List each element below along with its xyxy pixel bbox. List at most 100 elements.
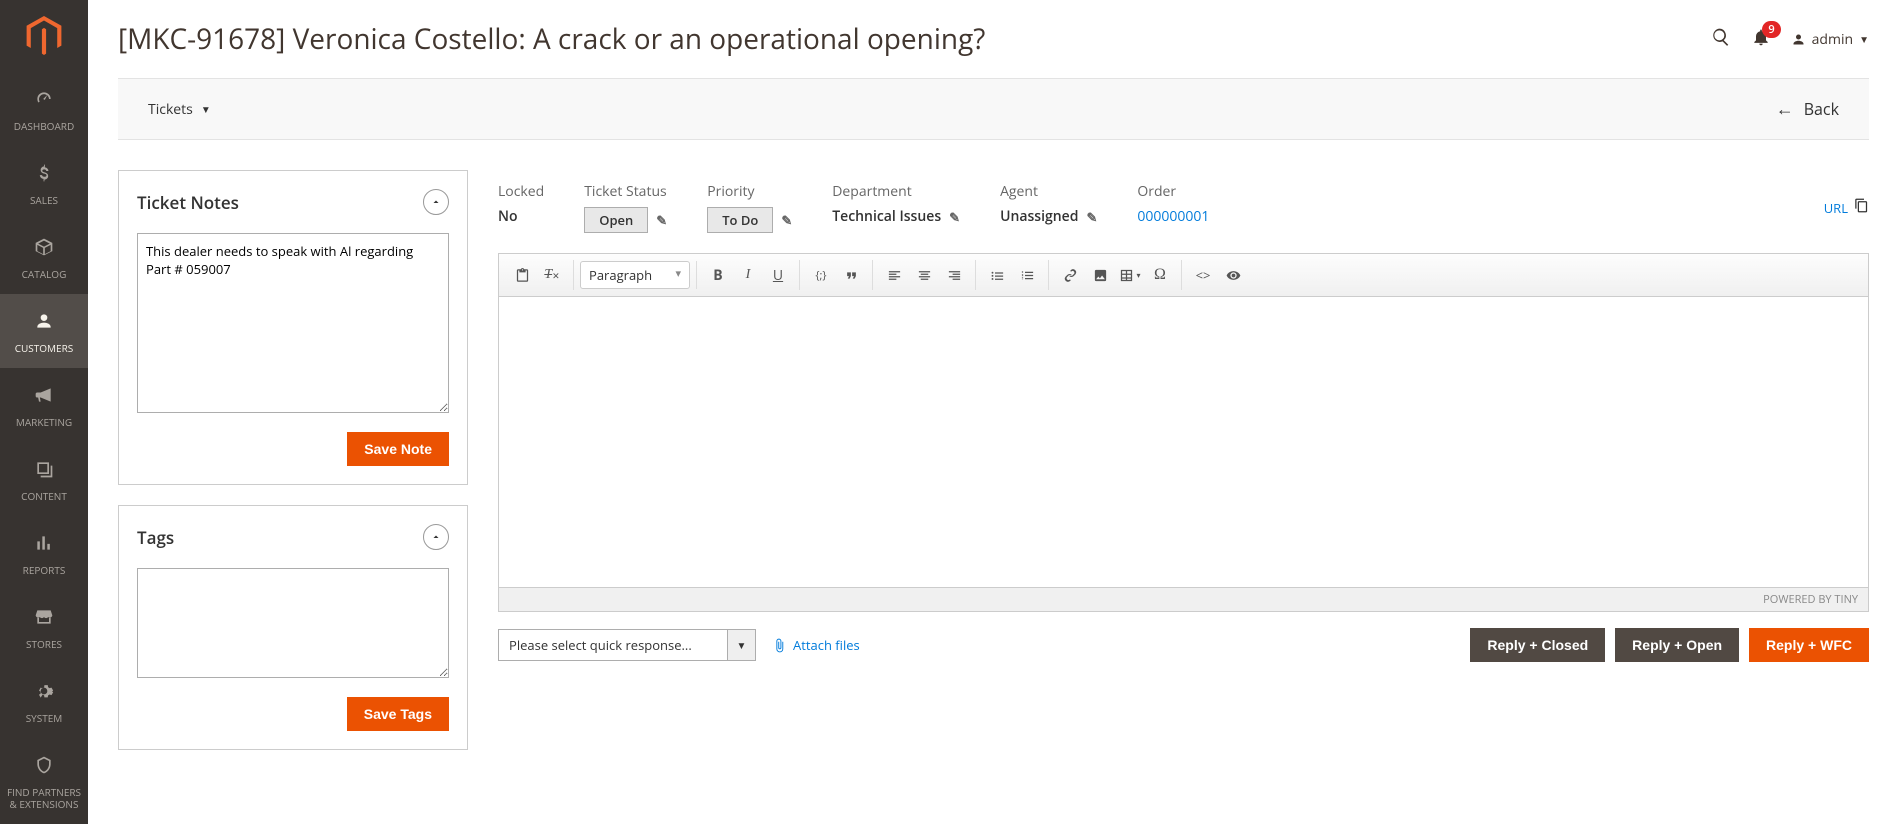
order-link[interactable]: 000000001 — [1137, 207, 1209, 226]
tags-title: Tags — [137, 526, 174, 549]
bullet-list-icon[interactable] — [982, 260, 1012, 290]
sidebar-item-label: Marketing — [16, 416, 72, 428]
meta-label: Locked — [498, 182, 544, 201]
quick-response-select[interactable]: Please select quick response... ▼ — [498, 629, 756, 661]
notifications-icon[interactable]: 9 — [1751, 27, 1771, 52]
align-left-icon[interactable] — [879, 260, 909, 290]
tickets-dropdown[interactable]: Tickets ▼ — [148, 100, 211, 119]
preview-icon[interactable] — [1218, 260, 1248, 290]
storefront-icon — [34, 604, 54, 634]
back-label: Back — [1804, 98, 1839, 120]
puzzle-icon — [34, 752, 54, 782]
agent-value: Unassigned — [1000, 207, 1078, 226]
meta-status: Ticket Status Open ✎ — [584, 182, 667, 233]
page-header: [MKC-91678] Veronica Costello: A crack o… — [88, 0, 1899, 58]
chevron-up-icon — [430, 196, 442, 208]
search-icon[interactable] — [1711, 27, 1731, 52]
tags-textarea[interactable] — [137, 568, 449, 678]
ticket-notes-textarea[interactable] — [137, 233, 449, 413]
sidebar-item-content[interactable]: Content — [0, 442, 88, 516]
magento-logo[interactable] — [0, 0, 88, 72]
blockquote-icon[interactable] — [836, 260, 866, 290]
source-code-icon[interactable]: <> — [1188, 260, 1218, 290]
attach-files-link[interactable]: Attach files — [772, 636, 860, 654]
sidebar-item-sales[interactable]: Sales — [0, 146, 88, 220]
table-icon[interactable]: ▾ — [1115, 260, 1145, 290]
pencil-icon[interactable]: ✎ — [656, 211, 667, 229]
admin-user-menu[interactable]: admin ▼ — [1791, 30, 1869, 49]
special-char-icon[interactable]: Ω — [1145, 260, 1175, 290]
editor-toolbar: T✕ Paragraph B I U {;} — [499, 254, 1868, 297]
notification-badge: 9 — [1762, 21, 1780, 38]
meta-label: Agent — [1000, 182, 1097, 201]
align-right-icon[interactable] — [939, 260, 969, 290]
sidebar-item-reports[interactable]: Reports — [0, 516, 88, 590]
sidebar-item-marketing[interactable]: Marketing — [0, 368, 88, 442]
pencil-icon[interactable]: ✎ — [949, 208, 960, 226]
back-button[interactable]: ← Back — [1776, 97, 1839, 121]
sidebar-item-label: Sales — [30, 194, 58, 206]
sidebar-item-label: Dashboard — [14, 120, 74, 132]
megaphone-icon — [34, 382, 54, 412]
sidebar-item-catalog[interactable]: Catalog — [0, 220, 88, 294]
tags-panel: Tags Save Tags — [118, 505, 468, 750]
chevron-up-icon — [430, 531, 442, 543]
paste-icon[interactable] — [507, 260, 537, 290]
meta-url: URL — [1824, 198, 1869, 218]
editor-content[interactable] — [499, 297, 1868, 587]
bold-icon[interactable]: B — [703, 260, 733, 290]
save-tags-button[interactable]: Save Tags — [347, 697, 449, 731]
code-block-icon[interactable]: {;} — [806, 260, 836, 290]
italic-icon[interactable]: I — [733, 260, 763, 290]
reply-closed-button[interactable]: Reply + Closed — [1470, 628, 1605, 662]
paragraph-select[interactable]: Paragraph — [580, 261, 690, 289]
ticket-meta-bar: Locked No Ticket Status Open ✎ Priority … — [498, 170, 1869, 253]
dollar-icon — [34, 160, 54, 190]
page-title: [MKC-91678] Veronica Costello: A crack o… — [118, 20, 985, 58]
meta-value: No — [498, 207, 544, 226]
department-value: Technical Issues — [832, 207, 941, 226]
reply-open-button[interactable]: Reply + Open — [1615, 628, 1739, 662]
reply-wfc-button[interactable]: Reply + WFC — [1749, 628, 1869, 662]
url-link[interactable]: URL — [1824, 199, 1848, 217]
sidebar-item-label: Catalog — [22, 268, 67, 280]
sidebar-item-label: Reports — [23, 564, 66, 576]
sidebar-item-label: Stores — [26, 638, 62, 650]
image-icon[interactable] — [1085, 260, 1115, 290]
sidebar-item-system[interactable]: System — [0, 664, 88, 738]
chevron-down-icon: ▼ — [201, 102, 211, 116]
numbered-list-icon[interactable] — [1012, 260, 1042, 290]
sidebar-item-label: Find Partners & Extensions — [4, 786, 84, 810]
arrow-left-icon: ← — [1776, 97, 1794, 121]
bar-chart-icon — [34, 530, 54, 560]
pencil-icon[interactable]: ✎ — [1086, 208, 1097, 226]
collapse-toggle[interactable] — [423, 189, 449, 215]
sidebar-item-label: Customers — [15, 342, 74, 354]
priority-pill[interactable]: To Do — [707, 207, 773, 233]
tickets-label: Tickets — [148, 100, 193, 119]
sidebar-item-stores[interactable]: Stores — [0, 590, 88, 664]
copy-icon[interactable] — [1854, 198, 1869, 218]
sidebar-item-label: System — [26, 712, 63, 724]
clear-format-icon[interactable]: T✕ — [537, 260, 567, 290]
meta-department: Department Technical Issues ✎ — [832, 182, 960, 226]
save-note-button[interactable]: Save Note — [347, 432, 449, 466]
pencil-icon[interactable]: ✎ — [781, 211, 792, 229]
link-icon[interactable] — [1055, 260, 1085, 290]
sidebar-item-partners[interactable]: Find Partners & Extensions — [0, 738, 88, 824]
chevron-down-icon: ▼ — [728, 629, 756, 661]
underline-icon[interactable]: U — [763, 260, 793, 290]
collapse-toggle[interactable] — [423, 524, 449, 550]
meta-priority: Priority To Do ✎ — [707, 182, 792, 233]
sidebar-item-dashboard[interactable]: Dashboard — [0, 72, 88, 146]
quick-response-label: Please select quick response... — [498, 629, 728, 661]
gauge-icon — [34, 86, 54, 116]
meta-agent: Agent Unassigned ✎ — [1000, 182, 1097, 226]
box-icon — [34, 234, 54, 264]
status-pill[interactable]: Open — [584, 207, 648, 233]
admin-user-label: admin — [1812, 30, 1853, 49]
person-icon — [34, 308, 54, 338]
sidebar-item-customers[interactable]: Customers — [0, 294, 88, 368]
sidebar-item-label: Content — [21, 490, 67, 502]
align-center-icon[interactable] — [909, 260, 939, 290]
